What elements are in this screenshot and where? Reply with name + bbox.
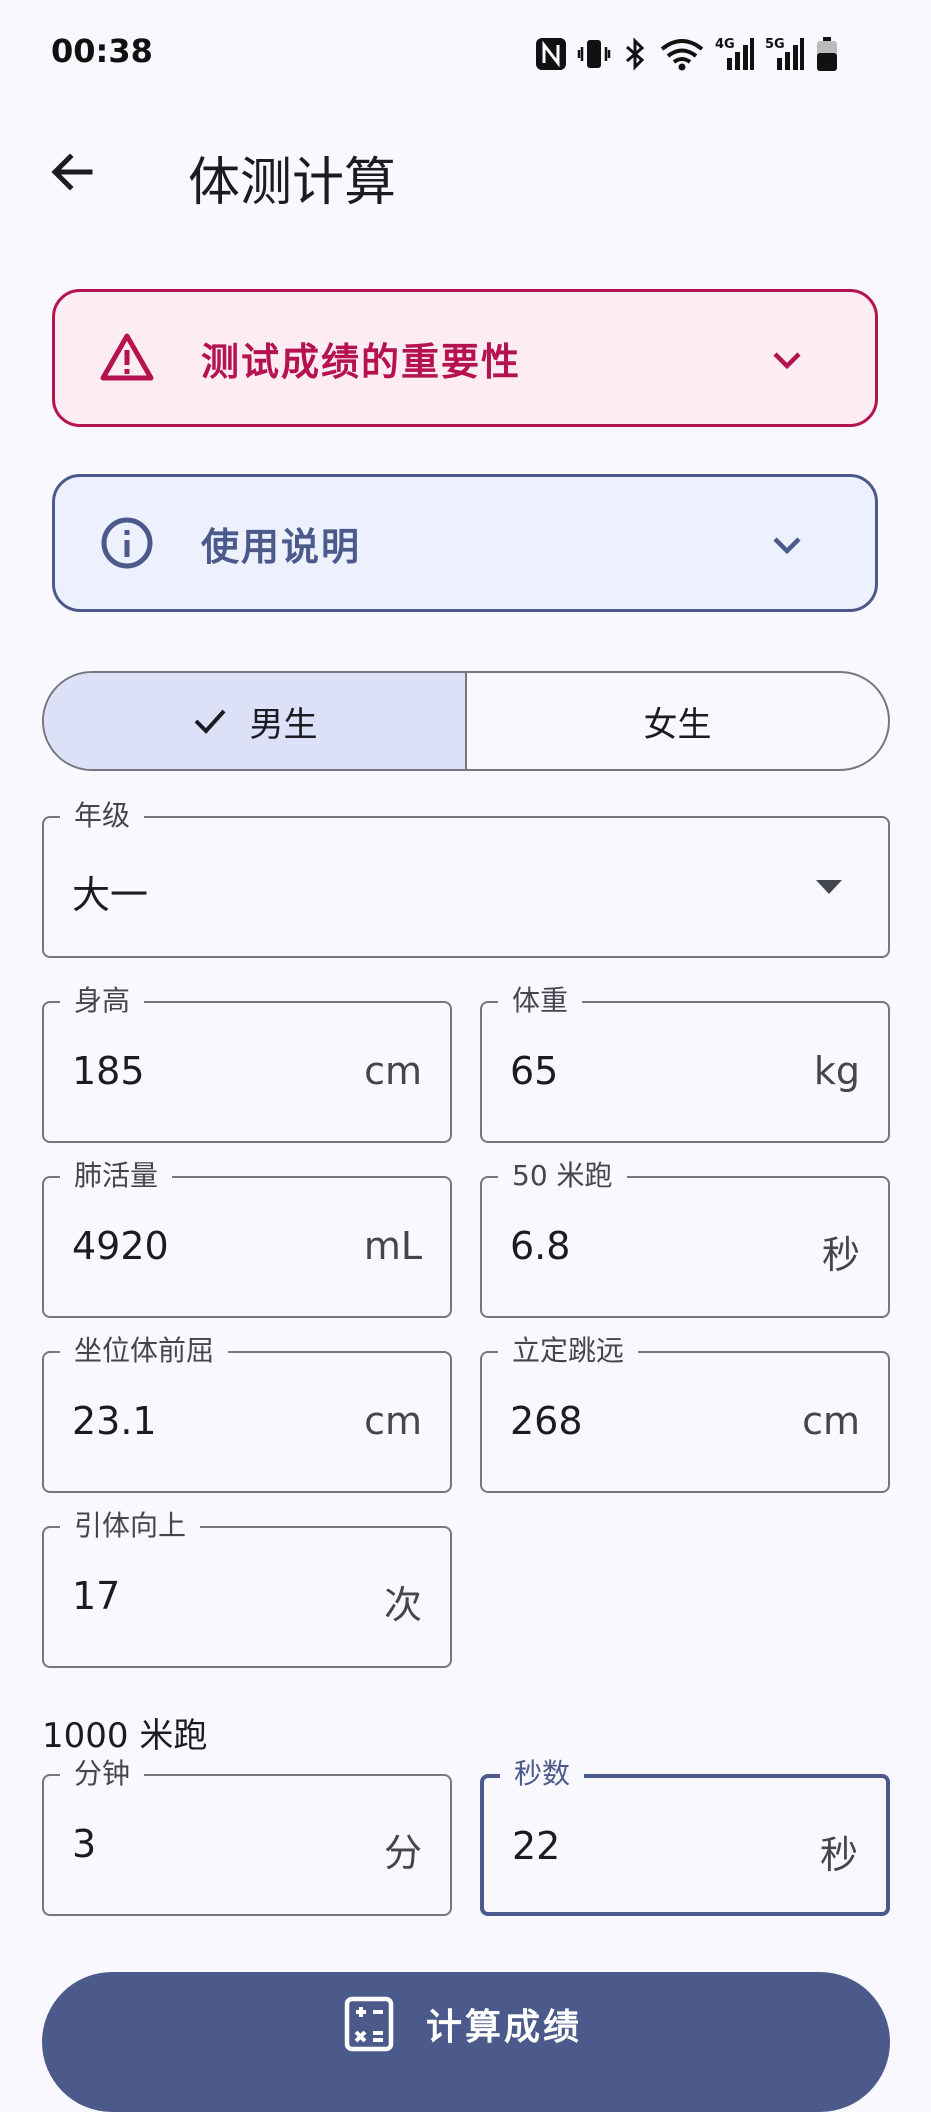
run50-unit: 秒 [821, 1233, 860, 1277]
sit-reach-unit: cm [364, 1399, 422, 1443]
grade-label: 年级 [60, 798, 145, 834]
info-circle-icon [101, 517, 153, 569]
dropdown-arrow-icon [816, 880, 842, 894]
status-time: 00:38 [51, 32, 153, 70]
lung-capacity-value: 4920 [72, 1224, 169, 1268]
gender-male-label: 男生 [249, 704, 318, 745]
sit-reach-field[interactable]: 坐位体前屈 23.1 cm [42, 1333, 452, 1493]
calculate-button-label: 计算成绩 [426, 2007, 583, 2048]
battery-icon [817, 37, 837, 71]
vibrate-icon [577, 40, 611, 68]
run50-label: 50 米跑 [498, 1158, 627, 1194]
wifi-icon [660, 39, 704, 71]
run1000-seconds-unit: 秒 [819, 1833, 858, 1877]
pull-up-label: 引体向上 [60, 1508, 201, 1544]
pull-up-unit: 次 [383, 1583, 422, 1627]
chevron-down-icon [773, 352, 801, 370]
height-unit: cm [364, 1049, 422, 1093]
run1000-seconds-field[interactable]: 秒数 22 秒 [480, 1756, 890, 1916]
instructions-card-label: 使用说明 [201, 524, 362, 569]
grade-select[interactable]: 年级 大一 [42, 798, 890, 958]
nfc-icon [536, 38, 566, 70]
run50-value: 6.8 [510, 1224, 571, 1268]
weight-label: 体重 [498, 983, 583, 1019]
warning-triangle-icon [100, 333, 154, 381]
sit-reach-label: 坐位体前屈 [60, 1333, 229, 1369]
svg-text:5G: 5G [765, 37, 785, 52]
lung-capacity-label: 肺活量 [60, 1158, 173, 1194]
sit-reach-value: 23.1 [72, 1399, 157, 1443]
pull-up-field[interactable]: 引体向上 17 次 [42, 1508, 452, 1668]
svg-text:4G: 4G [715, 37, 735, 52]
pull-up-value: 17 [72, 1574, 121, 1618]
signal-4g-icon: 4G [715, 37, 754, 70]
weight-field[interactable]: 体重 65 kg [480, 983, 890, 1143]
grade-value: 大一 [72, 873, 149, 917]
check-icon [194, 709, 225, 734]
height-value: 185 [72, 1049, 145, 1093]
gender-male-option[interactable]: 男生 [44, 673, 467, 769]
run50-field[interactable]: 50 米跑 6.8 秒 [480, 1158, 890, 1318]
lung-capacity-unit: mL [363, 1224, 422, 1268]
gender-female-option[interactable]: 女生 [467, 673, 888, 769]
page-title: 体测计算 [188, 153, 397, 213]
signal-5g-icon: 5G [765, 37, 804, 70]
calculator-icon [344, 1996, 394, 2052]
lung-capacity-field[interactable]: 肺活量 4920 mL [42, 1158, 452, 1318]
weight-value: 65 [510, 1049, 559, 1093]
run1000-minutes-unit: 分 [383, 1831, 422, 1875]
calculate-button[interactable]: 计算成绩 [42, 1972, 890, 2112]
run1000-minutes-field[interactable]: 分钟 3 分 [42, 1756, 452, 1916]
gender-female-label: 女生 [643, 704, 712, 745]
bluetooth-icon [626, 37, 645, 71]
long-jump-label: 立定跳远 [498, 1333, 639, 1369]
status-icons: 4G 5G [535, 34, 839, 74]
gender-selector: 男生 女生 [42, 671, 890, 771]
height-field[interactable]: 身高 185 cm [42, 983, 452, 1143]
run1000-minutes-label: 分钟 [60, 1756, 145, 1792]
importance-card[interactable]: 测试成绩的重要性 [52, 289, 878, 427]
chevron-down-icon [773, 537, 801, 555]
importance-card-label: 测试成绩的重要性 [201, 339, 522, 384]
run1000-seconds-value: 22 [512, 1824, 561, 1868]
run1000-minutes-value: 3 [72, 1822, 97, 1866]
run1000-section-title: 1000 米跑 [42, 1716, 208, 1756]
instructions-card[interactable]: 使用说明 [52, 474, 878, 612]
run1000-seconds-label: 秒数 [500, 1756, 585, 1792]
back-arrow-icon[interactable] [44, 144, 100, 200]
long-jump-value: 268 [510, 1399, 583, 1443]
long-jump-field[interactable]: 立定跳远 268 cm [480, 1333, 890, 1493]
height-label: 身高 [60, 983, 145, 1019]
weight-unit: kg [813, 1049, 860, 1093]
long-jump-unit: cm [802, 1399, 860, 1443]
